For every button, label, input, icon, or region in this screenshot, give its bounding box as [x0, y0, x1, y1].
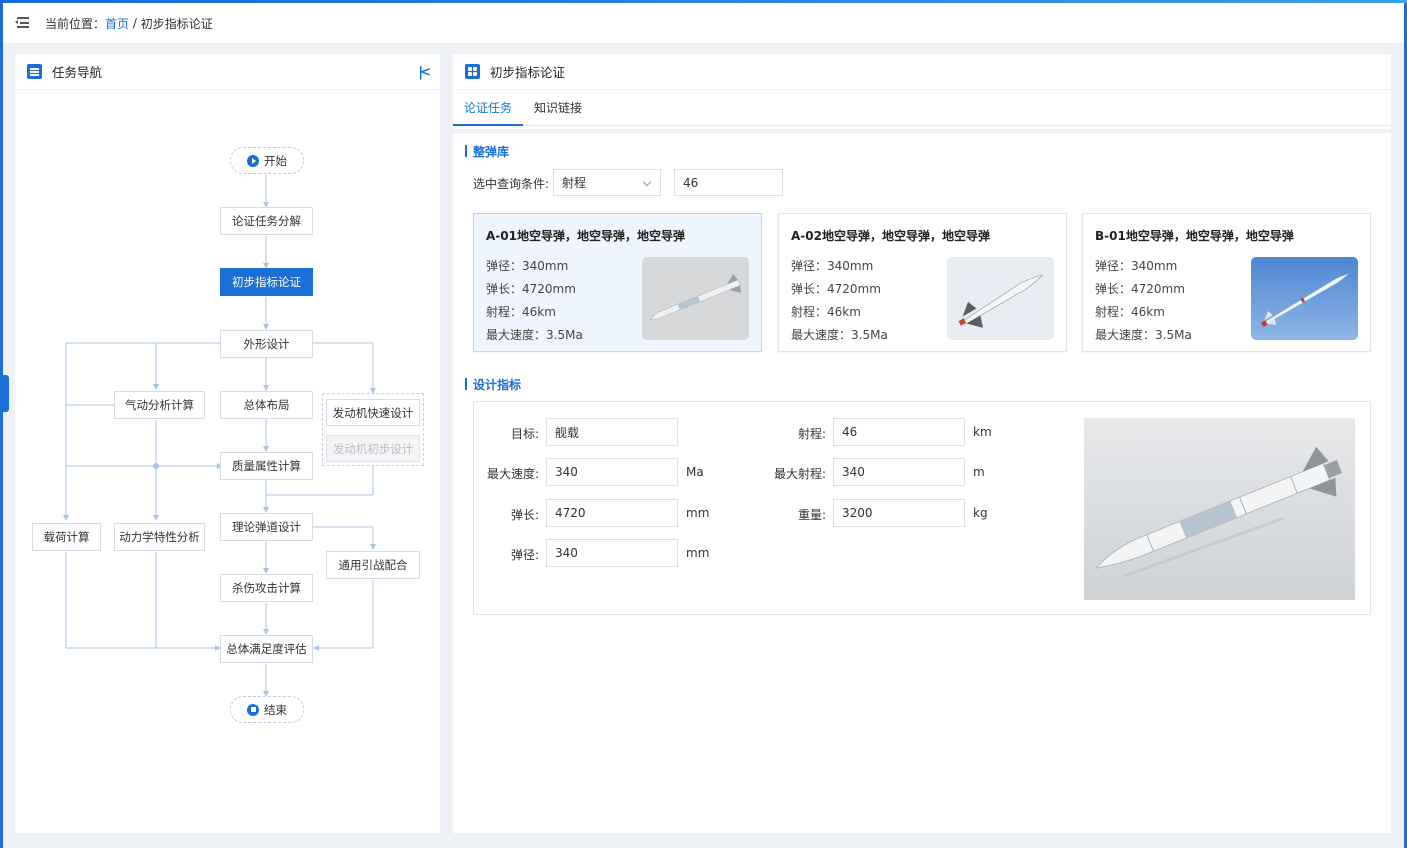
- target-input[interactable]: 舰载: [546, 418, 678, 446]
- card-length: 弹长：4720mm: [1095, 282, 1185, 296]
- max-range-label: 最大射程:: [773, 467, 826, 481]
- missile-card-a02[interactable]: A-02地空导弹，地空导弹，地空导弹 弹径：340mm 弹长：4720mm 射程…: [778, 213, 1067, 352]
- length-input[interactable]: 4720: [546, 499, 678, 527]
- flow-node-overall-layout[interactable]: 总体布局: [220, 391, 313, 419]
- main-panel: 初步指标论证 论证任务 知识链接 整弹库 选中查询条件: 射程 46 A-01地…: [453, 54, 1391, 833]
- flow-node-start[interactable]: 开始: [230, 147, 304, 174]
- weight-input[interactable]: 3200: [833, 499, 965, 527]
- breadcrumb-home-link[interactable]: 首页: [105, 15, 129, 32]
- card-diameter: 弹径：340mm: [791, 259, 874, 273]
- target-label: 目标:: [510, 427, 539, 441]
- weight-unit: kg: [973, 506, 988, 520]
- breadcrumb-current: 初步指标论证: [140, 16, 213, 31]
- range-unit: km: [973, 425, 992, 439]
- flow-node-mass-calc[interactable]: 质量属性计算: [220, 452, 313, 480]
- flow-node-engine-fast[interactable]: 发动机快速设计: [326, 399, 420, 426]
- card-range: 射程：46km: [486, 305, 556, 319]
- library-section-title: 整弹库: [465, 143, 509, 160]
- breadcrumb-prefix: 当前位置：: [45, 16, 106, 31]
- flow-node-dynamics[interactable]: 动力学特性分析: [114, 523, 205, 551]
- play-icon: [247, 154, 259, 167]
- stop-icon: [247, 703, 259, 716]
- flow-node-fuze[interactable]: 通用引战配合: [326, 551, 420, 579]
- missile-image: [947, 257, 1054, 340]
- missile-image: [642, 257, 749, 340]
- side-expand-handle[interactable]: [0, 375, 9, 412]
- card-speed: 最大速度：3.5Ma: [791, 328, 888, 342]
- card-length: 弹长：4720mm: [486, 282, 576, 296]
- breadcrumb: 当前位置： 首页 / 初步指标论证: [3, 3, 1404, 43]
- card-title: B-01地空导弹，地空导弹，地空导弹: [1095, 229, 1294, 243]
- left-accent-bar: [0, 3, 3, 848]
- card-title: A-02地空导弹，地空导弹，地空导弹: [791, 229, 990, 243]
- design-index-form: 目标: 舰载 最大速度: 340 Ma 弹长: 4720 mm 弹径: 340 …: [473, 401, 1371, 615]
- query-label: 选中查询条件:: [473, 177, 550, 191]
- flow-node-engine-prelim: 发动机初步设计: [326, 435, 420, 462]
- card-range: 射程：46km: [1095, 305, 1165, 319]
- diameter-input[interactable]: 340: [546, 539, 678, 567]
- missile-card-b01[interactable]: B-01地空导弹，地空导弹，地空导弹 弹径：340mm 弹长：4720mm 射程…: [1082, 213, 1371, 352]
- selected-missile-image: [1084, 418, 1355, 600]
- flow-node-end[interactable]: 结束: [230, 696, 304, 723]
- flow-node-trajectory[interactable]: 理论弹道设计: [220, 513, 313, 541]
- missile-image: [1251, 257, 1358, 340]
- tab-task[interactable]: 论证任务: [453, 90, 523, 126]
- menu-fold-icon[interactable]: [15, 17, 29, 29]
- max-range-input[interactable]: 340: [833, 458, 965, 486]
- card-diameter: 弹径：340mm: [486, 259, 569, 273]
- task-nav-panel: 任务导航 |< 开始 论证任务分解 初步指标论证 外形设计 气动分析计算 总体布…: [15, 54, 440, 833]
- max-speed-input[interactable]: 340: [546, 458, 678, 486]
- card-title: A-01地空导弹，地空导弹，地空导弹: [486, 229, 685, 243]
- grid-icon: [465, 64, 480, 79]
- flow-node-payload-calc[interactable]: 载荷计算: [32, 523, 101, 551]
- flow-node-satisfaction[interactable]: 总体满足度评估: [220, 635, 313, 663]
- missile-card-a01[interactable]: A-01地空导弹，地空导弹，地空导弹 弹径：340mm 弹长：4720mm 射程…: [473, 213, 762, 352]
- max-speed-label: 最大速度:: [486, 467, 539, 481]
- range-input[interactable]: 46: [833, 418, 965, 446]
- query-value-input[interactable]: 46: [674, 169, 783, 196]
- card-speed: 最大速度：3.5Ma: [486, 328, 583, 342]
- diameter-unit: mm: [686, 546, 710, 560]
- breadcrumb-separator: /: [129, 16, 141, 30]
- chevron-down-icon: [642, 177, 652, 187]
- max-speed-unit: Ma: [686, 465, 704, 479]
- diameter-label: 弹径:: [510, 548, 539, 562]
- query-field-select[interactable]: 射程: [553, 169, 661, 196]
- card-range: 射程：46km: [791, 305, 861, 319]
- card-diameter: 弹径：340mm: [1095, 259, 1178, 273]
- card-length: 弹长：4720mm: [791, 282, 881, 296]
- tab-bar: 论证任务 知识链接: [453, 90, 1391, 126]
- tab-knowledge[interactable]: 知识链接: [523, 90, 593, 125]
- range-label: 射程:: [797, 427, 826, 441]
- flow-node-shape-design[interactable]: 外形设计: [220, 330, 313, 358]
- weight-label: 重量:: [797, 508, 826, 522]
- main-panel-title: 初步指标论证: [490, 65, 566, 80]
- flow-node-kill-calc[interactable]: 杀伤攻击计算: [220, 574, 313, 602]
- card-speed: 最大速度：3.5Ma: [1095, 328, 1192, 342]
- main-panel-header: 初步指标论证: [453, 54, 1391, 90]
- length-unit: mm: [686, 506, 710, 520]
- flow-node-task-decompose[interactable]: 论证任务分解: [220, 207, 313, 235]
- flow-node-aero-calc[interactable]: 气动分析计算: [114, 391, 205, 419]
- design-section-title: 设计指标: [465, 376, 521, 393]
- length-label: 弹长:: [510, 508, 539, 522]
- flow-node-preliminary-index[interactable]: 初步指标论证: [220, 268, 313, 296]
- max-range-unit: m: [973, 465, 985, 479]
- main-content: 整弹库 选中查询条件: 射程 46 A-01地空导弹，地空导弹，地空导弹 弹径：…: [453, 129, 1391, 833]
